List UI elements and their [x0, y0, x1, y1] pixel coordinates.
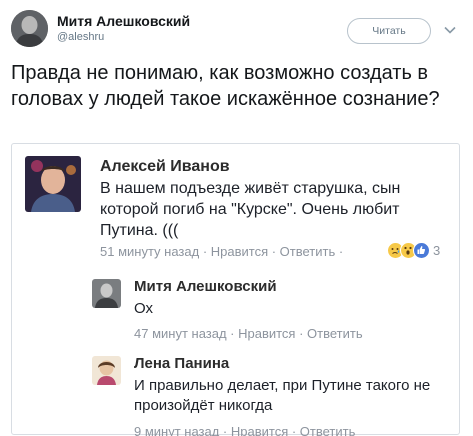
comment-meta: 51 минуту назад · Нравится · Ответить · [100, 244, 344, 259]
avatar [92, 356, 121, 385]
follow-button[interactable]: Читать [347, 18, 431, 44]
comment-text: В нашем подъезде живёт старушка, сын кот… [100, 180, 401, 239]
comment-author-name[interactable]: Митя Алешковский [134, 278, 277, 295]
facebook-comments-screenshot: Алексей Иванов В нашем подъезде живёт ст… [11, 143, 460, 436]
comment-author-name[interactable]: Лена Панина [134, 355, 229, 372]
author-name[interactable]: Митя Алешковский [57, 13, 190, 29]
reply-lena: Лена Панина И правильно делает, при Пути… [92, 354, 442, 436]
comment-meta: 47 минут назад · Нравится · Ответить [134, 326, 363, 341]
comment-meta: 9 минут назад · Нравится · Ответить [134, 424, 356, 436]
author-handle[interactable]: @aleshru [57, 31, 104, 43]
comment-text: И правильно делает, при Путине такого не… [134, 377, 431, 414]
chevron-down-icon[interactable] [443, 23, 457, 37]
comment-alexey: Алексей Иванов В нашем подъезде живёт ст… [25, 156, 450, 266]
avatar [25, 156, 81, 212]
reply-mitya: Митя Алешковский Ох 47 минут назад · Нра… [92, 277, 432, 345]
comment-text: Ох [134, 300, 153, 317]
comment-author-name[interactable]: Алексей Иванов [100, 158, 230, 176]
avatar [92, 279, 121, 308]
tweet-header: Митя Алешковский @aleshru Читать [11, 10, 463, 50]
tweet-text: Правда не понимаю, как возможно создать … [11, 62, 440, 110]
like-reaction-icon [413, 241, 430, 259]
author-avatar[interactable] [11, 10, 48, 47]
reactions[interactable]: 3 [387, 241, 440, 259]
reaction-count: 3 [433, 242, 441, 258]
